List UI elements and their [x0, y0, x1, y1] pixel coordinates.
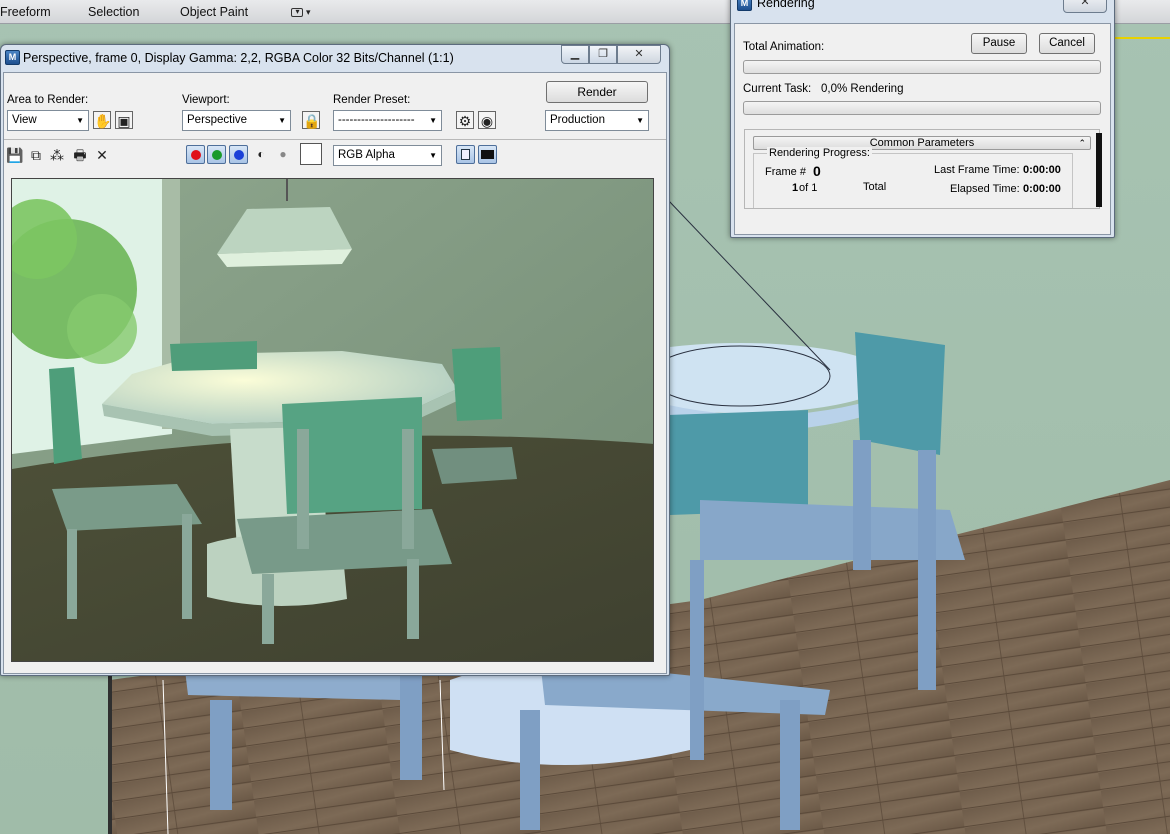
save-image-icon[interactable]: 💾 [6, 146, 24, 164]
color-swatch[interactable] [300, 143, 322, 165]
maximize-button[interactable]: ❐ [589, 45, 617, 64]
current-task-value: 0,0% Rendering [821, 83, 904, 95]
frame-buffer-title: Perspective, frame 0, Display Gamma: 2,2… [23, 51, 454, 65]
ribbon-tab-object-paint[interactable]: Object Paint [180, 5, 248, 19]
elapsed-time-value: 0:00:00 [1023, 183, 1061, 195]
rollout-scrollbar[interactable] [1096, 133, 1102, 207]
ribbon-tab-selection[interactable]: Selection [88, 5, 139, 19]
3dsmax-app-icon: M [5, 50, 20, 65]
viewport-label: Viewport: [182, 94, 230, 106]
viewport-dropdown[interactable]: Perspective ▼ [182, 110, 291, 131]
total-animation-progress-bar [743, 60, 1101, 74]
ui-toggle-icon [481, 150, 494, 159]
rendering-progress-group [753, 153, 1073, 208]
display-channel-dropdown[interactable]: RGB Alpha ▼ [333, 145, 442, 166]
current-task-label: Current Task: [743, 83, 812, 95]
frame-buffer-titlebar[interactable]: M Perspective, frame 0, Display Gamma: 2… [1, 45, 669, 71]
clear-image-icon[interactable]: ✕ [93, 146, 111, 164]
frame-count-of: of 1 [799, 182, 818, 194]
render-button[interactable]: Render [546, 81, 648, 103]
production-dropdown[interactable]: Production ▼ [545, 110, 649, 131]
common-parameters-rollout: Common Parameters ⌃ Rendering Progress: … [744, 129, 1100, 209]
clone-window-icon[interactable]: ⁂ [48, 146, 66, 164]
rendered-image[interactable] [11, 178, 654, 662]
rendering-progress-label: Rendering Progress: [767, 147, 872, 159]
rendering-title: Rendering [757, 0, 815, 10]
render-preset-label: Render Preset: [333, 94, 411, 106]
total-label: Total [863, 181, 887, 193]
render-setup-icon[interactable]: ⚙ [456, 111, 474, 129]
auto-region-icon[interactable]: ▣ [115, 111, 133, 129]
ribbon-options-dropdown[interactable]: ▾ ▾ [288, 6, 314, 18]
close-button[interactable]: ✕ [617, 45, 661, 64]
overlay-icon [461, 149, 470, 160]
area-to-render-dropdown[interactable]: View ▼ [7, 110, 89, 131]
green-channel-toggle[interactable] [207, 145, 226, 164]
blue-channel-icon [234, 150, 244, 160]
alpha-channel-icon[interactable]: ◐ [252, 145, 270, 163]
toggle-ui-overlay-button[interactable] [456, 145, 475, 164]
cancel-button[interactable]: Cancel [1039, 33, 1095, 54]
last-frame-time-value: 0:00:00 [1023, 164, 1061, 176]
rendering-close-button[interactable]: ✕ [1063, 0, 1107, 13]
toggle-ui-button[interactable] [478, 145, 497, 164]
print-image-icon[interactable]: 🖶 [71, 146, 89, 164]
copy-image-icon[interactable]: ⧉ [27, 146, 45, 164]
frame-count-current: 1 [792, 182, 799, 194]
toolbar-separator [4, 139, 666, 140]
rendering-dialog: M Rendering ✕ Total Animation: Pause Can… [730, 0, 1115, 238]
ribbon-tab-freeform[interactable]: Freeform [0, 5, 51, 19]
edit-region-icon[interactable]: ✋ [93, 111, 111, 129]
total-animation-label: Total Animation: [743, 41, 825, 53]
current-task-progress-bar [743, 101, 1101, 115]
environment-icon[interactable]: ◉ [478, 111, 496, 129]
green-channel-icon [212, 150, 222, 160]
lock-viewport-icon[interactable]: 🔒 [302, 111, 320, 129]
render-preset-dropdown[interactable]: -------------------- ▼ [333, 110, 442, 131]
monochrome-icon[interactable]: ● [274, 145, 292, 163]
frame-number-value: 0 [813, 163, 821, 179]
elapsed-time-label: Elapsed Time: [950, 183, 1020, 195]
red-channel-toggle[interactable] [186, 145, 205, 164]
frame-number-label: Frame # [765, 166, 806, 178]
area-to-render-label: Area to Render: [7, 94, 89, 106]
red-channel-icon [191, 150, 201, 160]
minimize-button[interactable]: ▁ [561, 45, 589, 64]
collapse-chevron-icon: ⌃ [1078, 138, 1086, 148]
rendering-app-icon: M [737, 0, 752, 11]
blue-channel-toggle[interactable] [229, 145, 248, 164]
pause-button[interactable]: Pause [971, 33, 1027, 54]
last-frame-time-label: Last Frame Time: [934, 164, 1020, 176]
